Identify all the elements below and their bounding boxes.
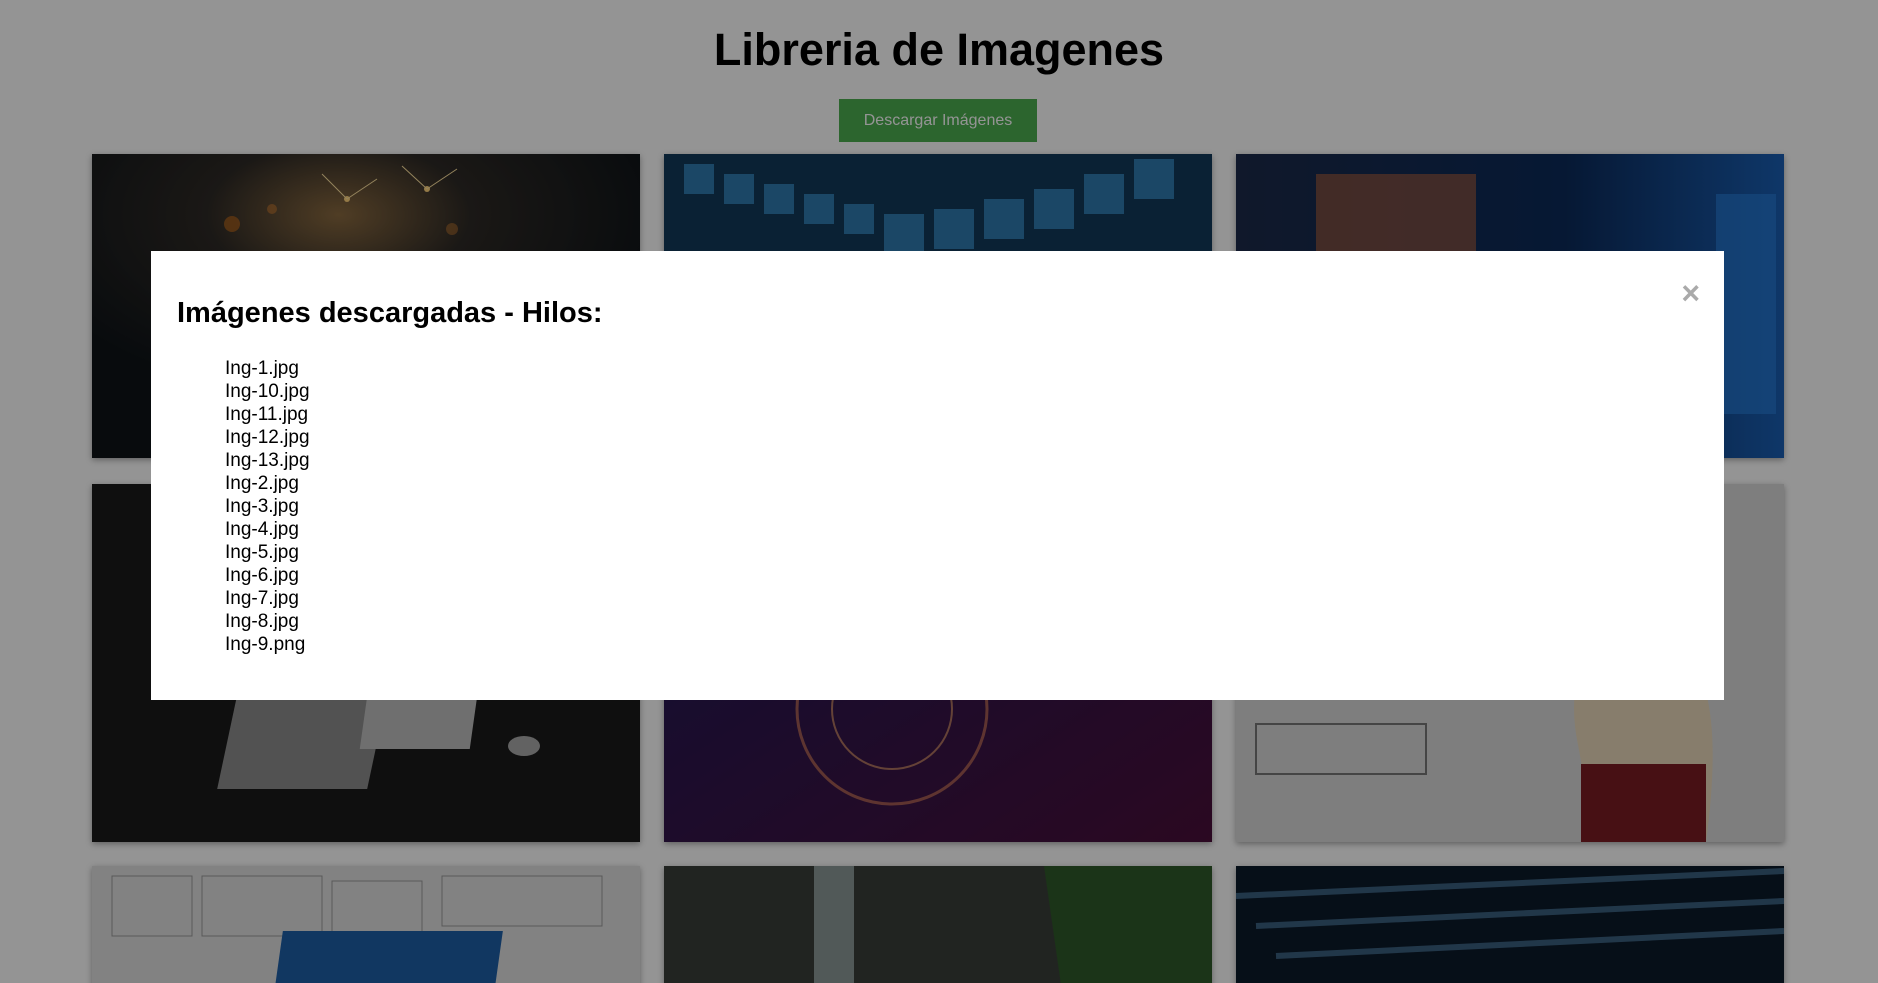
- file-list-item: Ing-4.jpg: [225, 519, 299, 540]
- file-list-item: Ing-2.jpg: [225, 473, 299, 494]
- close-icon[interactable]: ×: [1681, 277, 1700, 309]
- downloaded-file-list: Ing-1.jpg Ing-10.jpg Ing-11.jpg Ing-12.j…: [225, 357, 310, 656]
- file-list-item: Ing-3.jpg: [225, 496, 299, 517]
- page: Libreria de Imagenes Descargar Imágenes: [0, 0, 1878, 983]
- file-list-item: Ing-12.jpg: [225, 427, 310, 448]
- file-list-item: Ing-1.jpg: [225, 358, 299, 379]
- modal-title: Imágenes descargadas - Hilos:: [177, 297, 603, 329]
- downloaded-images-modal: × Imágenes descargadas - Hilos: Ing-1.jp…: [151, 251, 1724, 700]
- file-list-item: Ing-13.jpg: [225, 450, 310, 471]
- file-list-item: Ing-9.png: [225, 634, 306, 655]
- file-list-item: Ing-10.jpg: [225, 381, 310, 402]
- file-list-item: Ing-7.jpg: [225, 588, 299, 609]
- file-list-item: Ing-8.jpg: [225, 611, 299, 632]
- file-list-item: Ing-5.jpg: [225, 542, 299, 563]
- file-list-item: Ing-6.jpg: [225, 565, 299, 586]
- file-list-item: Ing-11.jpg: [225, 404, 309, 425]
